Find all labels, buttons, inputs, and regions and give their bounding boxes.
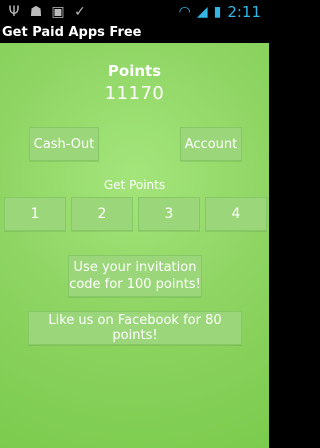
get-points-option-4[interactable]: 4 <box>205 197 267 231</box>
main-content: Points 11170 Cash-Out Account Get Points… <box>0 43 269 448</box>
notification-icons: Ψ ☗ ▣ ✓ <box>6 4 88 20</box>
account-button[interactable]: Account <box>180 127 242 161</box>
action-bar: Get Paid Apps Free <box>0 25 269 43</box>
facebook-like-button[interactable]: Like us on Facebook for 80 points! <box>28 311 242 345</box>
get-points-label: Get Points <box>103 178 166 192</box>
get-points-option-2[interactable]: 2 <box>71 197 133 231</box>
points-label: Points <box>107 62 162 80</box>
signal-icon: ◢ <box>196 4 208 20</box>
points-value: 11170 <box>104 83 165 104</box>
android-debug-icon: ☗ <box>29 4 43 20</box>
invitation-code-button[interactable]: Use your invitation code for 100 points! <box>68 255 202 297</box>
status-bar: Ψ ☗ ▣ ✓ ◠ ◢ ▮ 2:11 <box>0 0 269 25</box>
image-icon: ▣ <box>51 4 65 20</box>
check-icon: ✓ <box>74 4 86 20</box>
get-points-option-1[interactable]: 1 <box>4 197 66 231</box>
battery-icon: ▮ <box>213 4 222 20</box>
wifi-icon: ◠ <box>178 4 191 20</box>
system-icons: ◠ ◢ ▮ 2:11 <box>179 3 261 21</box>
usb-icon: Ψ <box>8 4 20 20</box>
cash-out-button[interactable]: Cash-Out <box>29 127 99 161</box>
clock: 2:11 <box>227 3 261 21</box>
app-title: Get Paid Apps Free <box>2 25 142 40</box>
get-points-option-3[interactable]: 3 <box>138 197 200 231</box>
